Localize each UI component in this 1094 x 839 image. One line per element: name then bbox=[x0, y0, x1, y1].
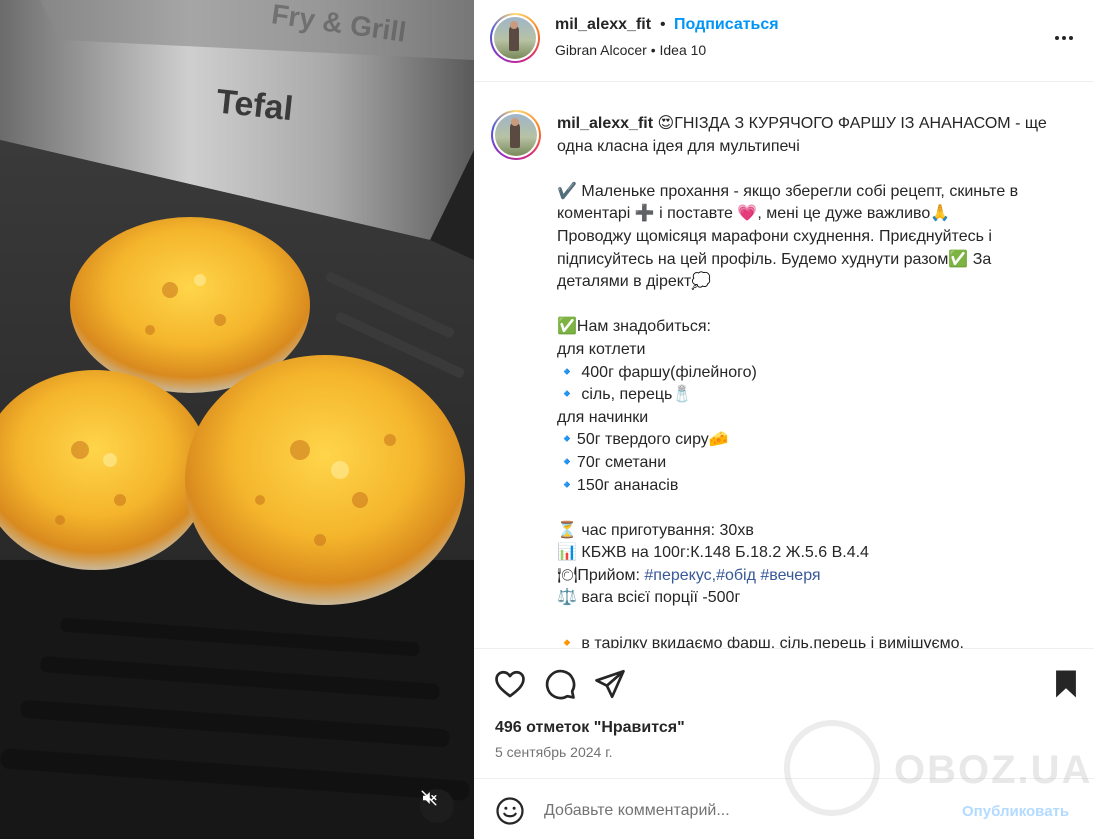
caption-avatar[interactable] bbox=[491, 110, 541, 160]
like-count[interactable]: 496 отметок "Нравится" bbox=[495, 719, 685, 737]
caption-line: деталями в дірект💭 bbox=[557, 273, 712, 291]
caption-line: ✅Нам знадобиться: bbox=[557, 318, 711, 336]
air-fryer-photo: Tefal Fry & Grill bbox=[0, 0, 474, 839]
comment-icon bbox=[545, 669, 576, 700]
post-sidebar: mil_alexx_fit • Подписаться Gibran Alcoc… bbox=[474, 0, 1094, 839]
blue-diamond-icon: 🔹 bbox=[557, 476, 577, 494]
caption-line: одна класна ідея для мультипечі bbox=[557, 137, 800, 155]
caption-line: для котлети bbox=[557, 340, 646, 358]
separator-dot: • bbox=[660, 16, 666, 33]
bookmark-icon bbox=[1056, 670, 1076, 698]
caption-username[interactable]: mil_alexx_fit bbox=[557, 115, 653, 132]
comment-bar: Опубликовать bbox=[474, 778, 1094, 839]
more-horizontal-icon bbox=[1055, 36, 1059, 40]
share-button[interactable] bbox=[593, 667, 627, 701]
caption-section: mil_alexx_fit 😍ГНІЗДА З КУРЯЧОГО ФАРШУ І… bbox=[474, 83, 1094, 648]
hashtag-link[interactable]: ,#обід bbox=[712, 567, 756, 584]
caption-line: для начинки bbox=[557, 408, 649, 426]
author-avatar[interactable] bbox=[490, 13, 540, 63]
caption-line: коментарі ➕ і поставте 💗, мені це дуже в… bbox=[557, 205, 951, 223]
audio-attribution[interactable]: Gibran Alcocer • Idea 10 bbox=[555, 42, 706, 58]
author-username[interactable]: mil_alexx_fit bbox=[555, 16, 651, 34]
action-bar bbox=[474, 648, 1094, 718]
more-options-button[interactable] bbox=[1050, 28, 1078, 48]
heart-icon bbox=[495, 670, 525, 698]
checkmark-emoji-icon: ✅ bbox=[948, 250, 969, 268]
caption-text: mil_alexx_fit 😍ГНІЗДА З КУРЯЧОГО ФАРШУ І… bbox=[557, 113, 1067, 648]
pray-emoji-icon: 🙏 bbox=[930, 205, 951, 223]
orange-diamond-icon: 🔸 bbox=[557, 634, 577, 648]
post-header: mil_alexx_fit • Подписаться Gibran Alcoc… bbox=[474, 0, 1094, 82]
hashtag-link[interactable]: #перекус bbox=[644, 567, 711, 584]
caption-line bbox=[557, 497, 1067, 520]
caption-line bbox=[557, 294, 1067, 317]
save-button[interactable] bbox=[1049, 667, 1083, 701]
caption-line bbox=[557, 158, 1067, 181]
caption-line: 📊 КБЖВ на 100г:К.148 Б.18.2 Ж.5.6 В.4.4 bbox=[557, 544, 869, 562]
blue-diamond-icon: 🔹 bbox=[557, 386, 577, 404]
caption-line: mil_alexx_fit 😍ГНІЗДА З КУРЯЧОГО ФАРШУ І… bbox=[557, 115, 1047, 132]
caption-line: 🍽Прийом: #перекус,#обід #вечеря bbox=[557, 566, 821, 584]
caption-line: 🔹 сіль, перець🧂 bbox=[557, 386, 693, 404]
emoji-picker-button[interactable] bbox=[495, 796, 525, 826]
publish-button[interactable]: Опубликовать bbox=[962, 803, 1069, 820]
salt-emoji-icon: 🧂 bbox=[672, 386, 693, 404]
follow-button[interactable]: Подписаться bbox=[674, 16, 779, 34]
chart-emoji-icon: 📊 bbox=[557, 544, 577, 562]
caption-line: підписуйтесь на цей профіль. Будемо худн… bbox=[557, 250, 992, 268]
caption-line: 🔸 в тарілку вкидаємо фарш, сіль,перець і… bbox=[557, 633, 1067, 648]
plate-emoji-icon: 🍽 bbox=[557, 566, 578, 584]
blue-diamond-icon: 🔹 bbox=[557, 363, 577, 381]
caption-line: 🔹150г ананасів bbox=[557, 476, 679, 494]
hashtag-link[interactable]: #вечеря bbox=[756, 567, 820, 584]
plus-emoji-icon: ➕ bbox=[634, 205, 655, 223]
like-button[interactable] bbox=[493, 667, 527, 701]
share-icon bbox=[595, 669, 625, 699]
heart-emoji-icon: 💗 bbox=[737, 205, 758, 223]
post-date[interactable]: 5 сентябрь 2024 г. bbox=[495, 744, 613, 760]
blue-diamond-icon: 🔹 bbox=[557, 453, 577, 471]
caption-line: 🔹70г сметани bbox=[557, 453, 667, 471]
blue-diamond-icon: 🔹 bbox=[557, 431, 577, 449]
hourglass-emoji-icon: ⏳ bbox=[557, 521, 577, 539]
caption-line: 🔹50г твердого сиру🧀 bbox=[557, 431, 729, 449]
caption-line: Проводжу щомісяця марафони схуднення. Пр… bbox=[557, 227, 992, 245]
caption-line: 🔹 400г фаршу(філейного) bbox=[557, 363, 757, 381]
caption-line: ⚖️ вага всієї порції -500г bbox=[557, 589, 741, 607]
smiley-icon bbox=[496, 797, 524, 825]
cheese-emoji-icon: 🧀 bbox=[708, 431, 729, 449]
caption-line: ✔️ Маленьке прохання - якщо зберегли соб… bbox=[557, 182, 1019, 200]
comment-input[interactable] bbox=[544, 799, 924, 823]
post-media[interactable]: Tefal Fry & Grill bbox=[0, 0, 474, 839]
scales-emoji-icon: ⚖️ bbox=[557, 589, 577, 607]
caption-line: ⏳ час приготування: 30хв bbox=[557, 521, 754, 539]
check-emoji-icon: ✔️ bbox=[557, 182, 577, 200]
mute-button[interactable] bbox=[420, 789, 454, 823]
caption-line bbox=[557, 610, 1067, 633]
checkmark-emoji-icon: ✅ bbox=[557, 318, 577, 336]
thought-bubble-emoji-icon: 💭 bbox=[691, 273, 712, 291]
comment-button[interactable] bbox=[543, 667, 577, 701]
speaker-muted-icon bbox=[421, 790, 437, 806]
brand-logo-text: Tefal bbox=[214, 82, 294, 128]
